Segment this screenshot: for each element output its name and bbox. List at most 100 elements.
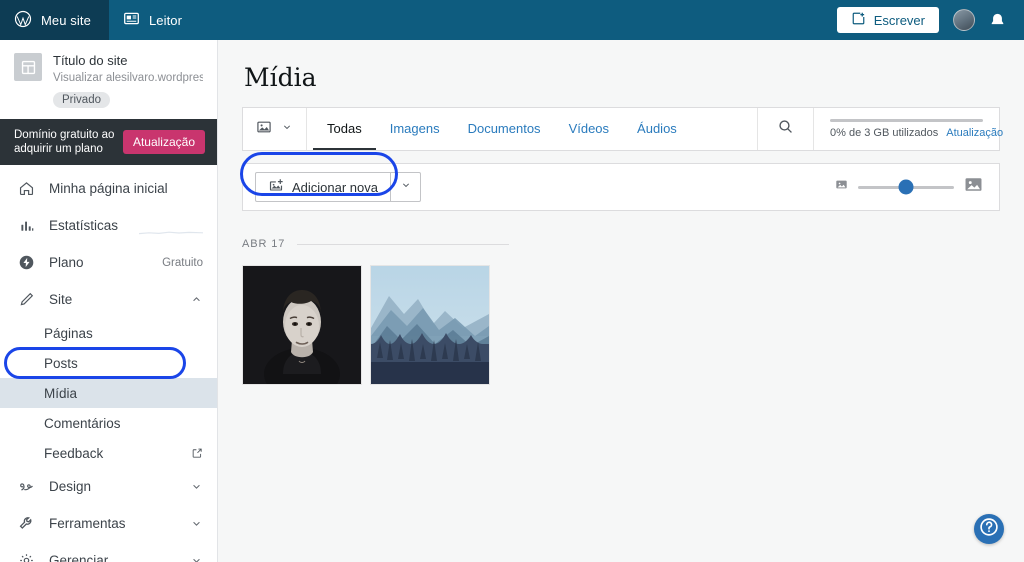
site-thumbnail-icon xyxy=(14,53,42,81)
add-new-dropdown-toggle[interactable] xyxy=(391,172,421,202)
site-title: Título do site xyxy=(53,53,128,68)
date-divider xyxy=(297,243,510,245)
stats-sparkline xyxy=(138,223,204,234)
external-link-icon xyxy=(191,447,203,459)
masterbar-tab-reader[interactable]: Leitor xyxy=(109,0,200,40)
media-item-mountains[interactable] xyxy=(370,265,490,385)
masterbar-tab-my-site-label: Meu site xyxy=(41,12,91,28)
tab-audios-label: Áudios xyxy=(637,120,677,136)
thumbnail-size-control xyxy=(835,175,987,199)
sidebar-item-media[interactable]: Mídia xyxy=(0,378,217,408)
sidebar-item-home[interactable]: Minha página inicial xyxy=(0,170,217,207)
help-icon xyxy=(978,516,1000,543)
sidebar-item-site[interactable]: Site xyxy=(0,281,217,318)
sidebar-item-comments-label: Comentários xyxy=(44,415,121,431)
sidebar-item-design-label: Design xyxy=(49,479,92,494)
chevron-down-icon xyxy=(190,480,203,493)
site-card[interactable]: Título do site Visualizar alesilvaro.wor… xyxy=(0,40,217,119)
masterbar-tab-my-site[interactable]: Meu site xyxy=(0,0,109,40)
chevron-down-icon xyxy=(190,554,203,562)
sidebar-item-manage-label: Gerenciar xyxy=(49,553,109,562)
media-date-label: ABR 17 xyxy=(242,238,286,250)
upsell-text: Domínio gratuito ao adquirir um plano xyxy=(14,129,115,155)
sidebar-item-stats[interactable]: Estatísticas xyxy=(0,207,217,244)
add-new-button-label: Adicionar nova xyxy=(292,179,378,195)
sidebar: Título do site Visualizar alesilvaro.wor… xyxy=(0,40,218,562)
site-url: Visualizar alesilvaro.wordpress.com xyxy=(53,72,203,84)
tab-audios[interactable]: Áudios xyxy=(623,108,691,150)
sidebar-item-site-label: Site xyxy=(49,292,73,307)
sidebar-item-tools[interactable]: Ferramentas xyxy=(0,505,217,542)
tab-imagens-label: Imagens xyxy=(389,120,440,136)
sidebar-item-pages[interactable]: Páginas xyxy=(0,318,217,348)
add-media-icon xyxy=(268,178,284,197)
sidebar-item-home-label: Minha página inicial xyxy=(49,181,168,196)
media-date-group: ABR 17 xyxy=(242,238,1000,250)
bell-icon[interactable] xyxy=(989,12,1006,29)
media-item-portrait[interactable] xyxy=(242,265,362,385)
sidebar-item-stats-label: Estatísticas xyxy=(49,218,119,233)
search-icon xyxy=(777,118,794,140)
tab-videos-label: Vídeos xyxy=(568,120,610,136)
tab-todas[interactable]: Todas xyxy=(313,108,376,150)
gear-icon xyxy=(17,551,36,562)
thumbnail-size-slider[interactable] xyxy=(858,179,954,195)
wordpress-icon xyxy=(14,10,32,31)
sidebar-item-plan[interactable]: Plano Gratuito xyxy=(0,244,217,281)
upgrade-button[interactable]: Atualização xyxy=(122,130,205,154)
main-content: Mídia Todas Imagens Documentos Vídeos Áu… xyxy=(218,40,1024,562)
tab-documentos[interactable]: Documentos xyxy=(454,108,555,150)
storage-progress-bar xyxy=(830,119,983,122)
slider-knob[interactable] xyxy=(898,179,914,195)
user-avatar[interactable] xyxy=(953,9,975,31)
media-action-bar: Adicionar nova xyxy=(242,163,1000,211)
write-icon xyxy=(851,11,866,29)
masterbar-tab-reader-label: Leitor xyxy=(148,12,183,28)
chevron-down-icon xyxy=(190,517,203,530)
sidebar-item-pages-label: Páginas xyxy=(44,325,93,341)
sidebar-item-posts[interactable]: Posts xyxy=(0,348,217,378)
media-type-filter[interactable] xyxy=(243,108,307,150)
small-thumbnail-icon[interactable] xyxy=(835,178,848,196)
tab-todas-label: Todas xyxy=(327,120,362,136)
sidebar-item-manage[interactable]: Gerenciar xyxy=(0,542,217,562)
sidebar-item-feedback-label: Feedback xyxy=(44,445,104,461)
tab-videos[interactable]: Vídeos xyxy=(555,108,623,150)
image-filter-icon xyxy=(256,119,272,140)
tab-imagens[interactable]: Imagens xyxy=(376,108,454,150)
sidebar-item-tools-label: Ferramentas xyxy=(49,516,126,531)
chevron-down-icon xyxy=(400,178,412,196)
storage-upgrade-link[interactable]: Atualização xyxy=(946,127,1003,139)
add-new-button[interactable]: Adicionar nova xyxy=(255,172,391,202)
media-filter-bar: Todas Imagens Documentos Vídeos Áudios 0… xyxy=(242,107,1003,151)
media-grid xyxy=(242,265,1000,385)
design-icon xyxy=(17,477,36,496)
chevron-down-icon xyxy=(281,120,293,138)
sidebar-item-design[interactable]: Design xyxy=(0,468,217,505)
large-thumbnail-icon[interactable] xyxy=(964,175,983,199)
sidebar-nav: Minha página inicial Estatísticas Plano … xyxy=(0,165,217,562)
sidebar-item-media-label: Mídia xyxy=(44,385,78,401)
upsell-banner[interactable]: Domínio gratuito ao adquirir um plano At… xyxy=(0,119,217,165)
status-badge: Privado xyxy=(53,92,110,108)
sidebar-item-feedback[interactable]: Feedback xyxy=(0,438,217,468)
page-title: Mídia xyxy=(244,63,317,92)
masterbar-right-group: Escrever xyxy=(836,0,1024,40)
masterbar-spacer xyxy=(200,0,837,40)
wrench-icon xyxy=(17,514,36,533)
tab-documentos-label: Documentos xyxy=(467,120,541,136)
search-button[interactable] xyxy=(757,108,813,150)
masterbar: Meu site Leitor Escrever xyxy=(0,0,1024,40)
stats-icon xyxy=(17,216,36,235)
home-icon xyxy=(17,179,36,198)
write-button[interactable]: Escrever xyxy=(836,7,939,33)
pencil-icon xyxy=(17,290,36,309)
chevron-up-icon xyxy=(190,293,203,306)
write-button-label: Escrever xyxy=(873,12,925,28)
reader-icon xyxy=(123,10,140,30)
storage-row: 0% de 3 GB utilizados Atualização xyxy=(830,127,1003,139)
media-type-tabs: Todas Imagens Documentos Vídeos Áudios xyxy=(307,108,757,150)
sidebar-item-comments[interactable]: Comentários xyxy=(0,408,217,438)
plan-icon xyxy=(17,253,36,272)
help-button[interactable] xyxy=(974,514,1004,544)
